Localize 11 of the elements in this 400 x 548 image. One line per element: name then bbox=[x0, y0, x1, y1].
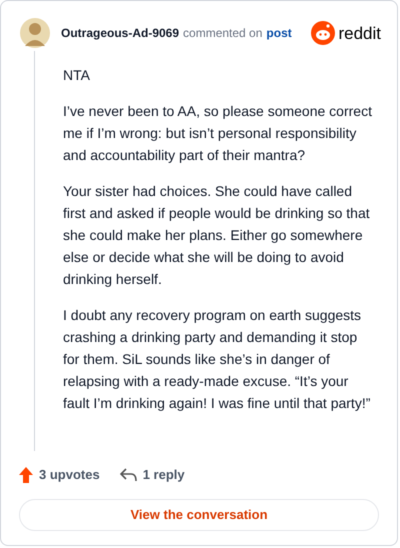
brand-name: reddit bbox=[338, 24, 381, 42]
comment-paragraph: Your sister had choices. She could have called first and asked if people would be drinking so that she could make her plans. Either go somewhere else or decide what she will be doing to avoid drinking herself. bbox=[63, 182, 371, 289]
author-link[interactable]: Outrageous-Ad-9069 bbox=[61, 24, 180, 42]
comment-paragraph: I’ve never been to AA, so please someone correct me if I’m wrong: but isn’t personal responsibility and accountability part of their mantra? bbox=[63, 102, 373, 165]
comment-paragraph: NTA bbox=[63, 66, 91, 85]
post-link[interactable]: post bbox=[266, 24, 292, 42]
action-text: commented on bbox=[183, 25, 262, 42]
view-conversation-button[interactable]: View the conversation bbox=[19, 498, 379, 530]
comment-paragraph: I doubt any recovery program on earth suggests crashing a drinking party and demanding it stop for them. SiL sounds like she’s in danger of relapsing with a ready-made excuse. “It’s your fault I’m drinking again! I was fine until that party!” bbox=[63, 306, 372, 413]
upvote-count: 3 upvotes bbox=[39, 466, 100, 484]
reply-count: 1 reply bbox=[142, 466, 185, 484]
